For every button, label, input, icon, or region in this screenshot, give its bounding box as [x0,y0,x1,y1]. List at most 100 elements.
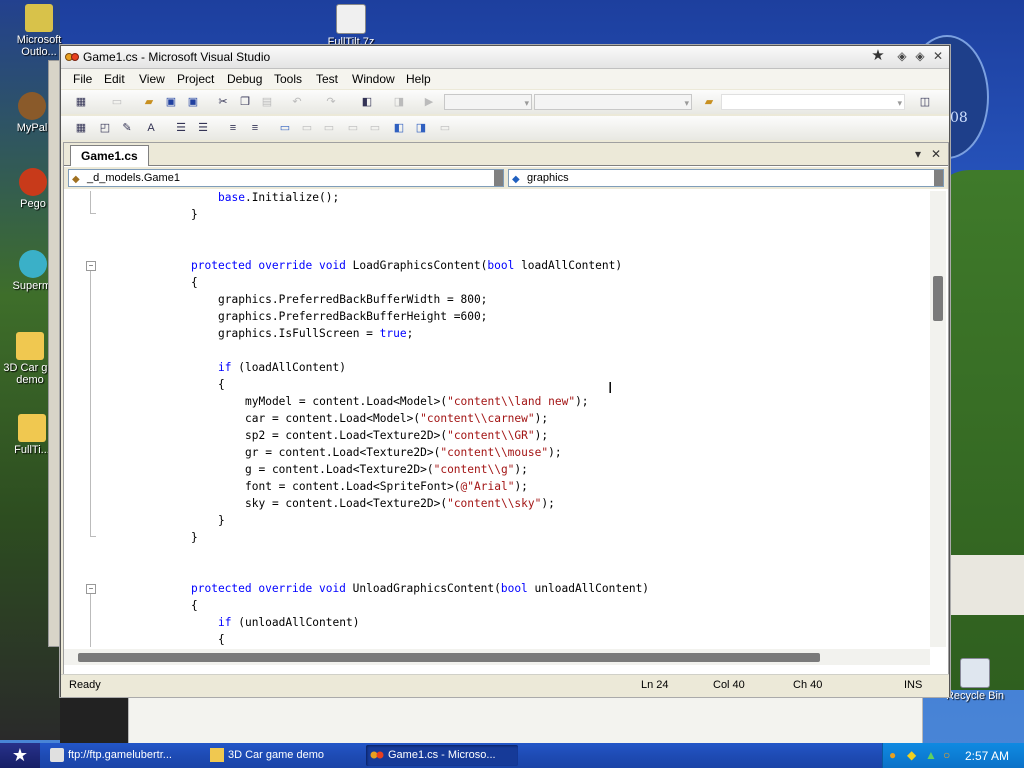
code-text: ); [575,395,589,408]
types-dropdown[interactable]: ◆ _d_models.Game1 [68,169,504,187]
code-keyword: bool [500,582,528,595]
outline-end [90,536,96,537]
text-editor-toolbar: ▦ ◰ ✎ A ☰ ☰ ≡ ≡ ▭ ▭ ▭ ▭ ▭ ◧ ◨ ▭ [61,116,949,140]
navigate-backward-icon[interactable]: ◧ [359,94,375,110]
code-line: { [218,631,225,647]
start-button[interactable]: ★ [0,743,40,768]
solution-explorer-icon[interactable]: ◫ [917,94,933,110]
menu-window[interactable]: Window [352,72,395,86]
display-parameter-info-icon[interactable]: ◰ [97,120,113,136]
active-files-dropdown-icon[interactable]: ▾ [915,147,921,161]
code-line: if (loadAllContent) [218,359,346,376]
desktop-icon-label: Pego [20,198,46,210]
class-icon: ◆ [72,174,80,185]
collapse-toggle-icon[interactable]: − [86,584,96,594]
code-keyword: protected override void [191,259,346,272]
display-word-completion-icon[interactable]: A [143,120,159,136]
start-debugging-icon[interactable]: ▶ [421,94,437,110]
menu-view[interactable]: View [139,72,165,86]
network-icon[interactable]: ▲ [925,748,937,762]
members-dropdown[interactable]: ◆ graphics [508,169,944,187]
close-document-icon[interactable]: ✕ [931,147,941,161]
title-bar[interactable]: Game1.cs - Microsoft Visual Studio ★ ◈ ◈… [61,46,949,69]
collapse-toggle-icon[interactable]: − [86,261,96,271]
cut-icon[interactable]: ✂ [215,94,231,110]
desktop-icon-label: Recycle Bin [945,690,1005,702]
horizontal-scrollbar[interactable] [64,649,930,665]
paste-icon[interactable]: ▤ [259,94,275,110]
menu-project[interactable]: Project [177,72,214,86]
uncomment-lines-icon[interactable]: ≡ [247,120,263,136]
code-line: graphics.IsFullScreen = true; [218,325,413,342]
code-string: "content\\GR" [447,429,535,442]
desktop-icon-fulltilt-archive[interactable]: FullTilt.7z [316,4,386,48]
menu-test[interactable]: Test [316,72,338,86]
menu-file[interactable]: File [73,72,92,86]
taskbar-button-ftp[interactable]: ftp://ftp.gamelubertr... [46,745,198,766]
previous-bookmark-icon[interactable]: ▭ [299,120,315,136]
navigate-forward-icon[interactable]: ◨ [391,94,407,110]
comment-lines-icon[interactable]: ≡ [225,120,241,136]
find-in-files-icon[interactable]: ▰ [701,94,717,110]
toggle-bookmark-icon[interactable]: ▭ [277,120,293,136]
code-string: @"Arial" [460,480,515,493]
desktop-icon-recycle-bin[interactable]: Recycle Bin [940,658,1010,702]
save-all-icon[interactable]: ▣ [185,94,201,110]
taskbar-button-visual-studio[interactable]: Game1.cs - Microso... [366,745,518,766]
decrease-indent-icon[interactable]: ☰ [173,120,189,136]
clear-bookmarks-icon[interactable]: ▭ [437,120,453,136]
code-keyword: if [218,616,232,629]
code-text: gr = content.Load<Texture2D>( [245,446,441,459]
increase-indent-icon[interactable]: ☰ [195,120,211,136]
mypal-icon [18,92,46,120]
security-shield-icon[interactable]: ◆ [907,748,916,762]
code-line: g = content.Load<Texture2D>("content\\g"… [245,461,528,478]
menu-help[interactable]: Help [406,72,431,86]
horizontal-scroll-thumb[interactable] [78,653,820,662]
open-file-icon[interactable]: ▰ [141,94,157,110]
code-text: ); [514,480,528,493]
code-editor[interactable]: − − base.Initialize();} protected overrid… [64,191,930,647]
menu-debug[interactable]: Debug [227,72,262,86]
code-line: myModel = content.Load<Model>("content\\… [245,393,589,410]
new-project-icon[interactable]: ▦ [73,94,89,110]
code-text: font = content.Load<SpriteFont>( [245,480,461,493]
next-bookmark-folder-icon[interactable]: ▭ [367,120,383,136]
code-text: { [218,633,225,646]
solution-platform-dropdown[interactable]: ▾ [534,94,692,110]
close-button[interactable]: ✕ [931,49,945,63]
find-box[interactable]: ▾ [721,94,905,110]
system-tray: ● ◆ ▲ ○ 2:57 AM [882,743,1024,768]
code-text: .Initialize(); [244,191,340,204]
menu-tools[interactable]: Tools [274,72,302,86]
vertical-scroll-thumb[interactable] [933,276,943,321]
search-icon[interactable]: ○ [943,748,950,762]
display-quick-info-icon[interactable]: ✎ [119,120,135,136]
pin-star-icon[interactable]: ★ [871,48,885,63]
tab-game1-cs[interactable]: Game1.cs [70,145,149,166]
maximize-button[interactable]: ◈ [913,49,927,63]
status-line: Ln 24 [641,679,669,691]
document-tab-strip: Game1.cs ▾ ✕ [64,143,948,166]
visual-studio-tray-icon[interactable]: ● [889,748,896,762]
code-line: } [191,206,198,223]
save-icon[interactable]: ▣ [163,94,179,110]
redo-icon[interactable]: ↷ [323,94,339,110]
previous-bookmark-folder-icon[interactable]: ▭ [345,120,361,136]
visual-studio-app-icon [65,53,79,61]
vertical-scrollbar[interactable] [930,191,946,647]
code-line: protected override void LoadGraphicsCont… [191,257,622,274]
menu-edit[interactable]: Edit [104,72,125,86]
next-bookmark-document-icon[interactable]: ◨ [413,120,429,136]
code-text: (loadAllContent) [231,361,346,374]
minimize-button[interactable]: ◈ [895,49,909,63]
code-text: ); [534,412,549,425]
next-bookmark-icon[interactable]: ▭ [321,120,337,136]
display-object-member-list-icon[interactable]: ▦ [73,120,89,136]
undo-icon[interactable]: ↶ [289,94,305,110]
previous-bookmark-document-icon[interactable]: ◧ [391,120,407,136]
copy-icon[interactable]: ❐ [237,94,253,110]
taskbar-button-3d-car-demo[interactable]: 3D Car game demo [206,745,358,766]
solution-configuration-dropdown[interactable]: ▾ [444,94,532,110]
add-item-icon[interactable]: ▭ [109,94,125,110]
